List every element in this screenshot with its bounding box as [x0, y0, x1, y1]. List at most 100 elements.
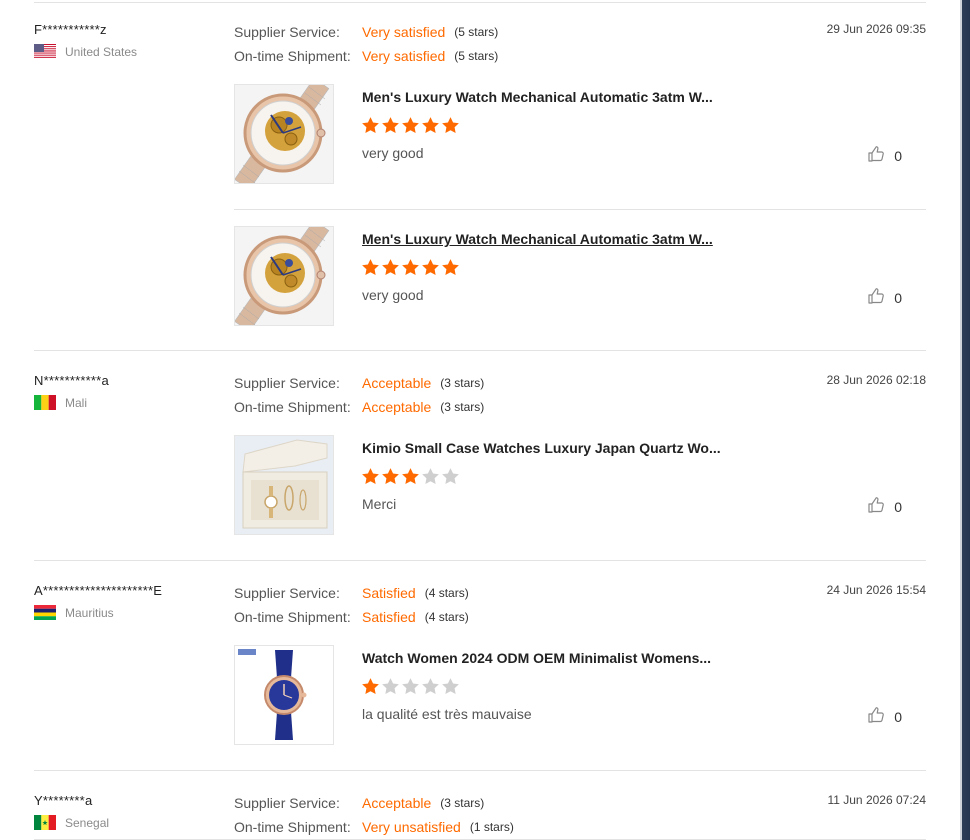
mauritius-flag — [34, 605, 56, 620]
review-content: Supplier Service: Acceptable (3 stars) O… — [234, 351, 926, 560]
review-list: F***********z United States 29 Jun 2026 … — [34, 0, 926, 840]
shipment-value: Satisfied — [362, 609, 416, 625]
shipment-stars: (5 stars) — [454, 49, 499, 63]
senegal-flag — [34, 815, 56, 830]
supplier-service-label: Supplier Service: — [234, 795, 340, 811]
blue-strap-watch-image[interactable] — [234, 645, 334, 745]
star-empty-icon — [442, 468, 459, 485]
skeleton-watch-image[interactable] — [234, 226, 334, 326]
supplier-service-label: Supplier Service: — [234, 375, 340, 391]
review-comment: very good — [362, 287, 424, 303]
shipment-row: On-time Shipment: Acceptable (3 stars) — [234, 395, 926, 419]
buyer-info: Y********a Senegal — [34, 793, 224, 830]
thumbs-up-icon — [866, 495, 886, 518]
review-date: 28 Jun 2026 02:18 — [826, 373, 926, 387]
shipment-label: On-time Shipment: — [234, 48, 351, 64]
supplier-service-value: Acceptable — [362, 375, 432, 391]
star-empty-icon — [422, 468, 439, 485]
buyer-name: F***********z — [34, 22, 107, 37]
helpful-button[interactable]: 0 — [866, 705, 902, 728]
shipment-value: Acceptable — [362, 399, 432, 415]
star-empty-icon — [402, 678, 419, 695]
product-name-link[interactable]: Kimio Small Case Watches Luxury Japan Qu… — [362, 440, 721, 456]
supplier-service-value: Very satisfied — [362, 24, 446, 40]
us-flag — [34, 44, 56, 59]
star-filled-icon — [362, 678, 379, 695]
buyer-country: Mauritius — [34, 605, 224, 620]
watch-gift-box-image[interactable] — [234, 435, 334, 535]
review-content: Supplier Service: Very satisfied (5 star… — [234, 0, 926, 350]
shipment-value: Very satisfied — [362, 48, 446, 64]
buyer-info: A*********************E Mauritius — [34, 583, 224, 620]
helpful-button[interactable]: 0 — [866, 286, 902, 309]
supplier-service-value: Acceptable — [362, 795, 432, 811]
review-item: F***********z United States 29 Jun 2026 … — [34, 0, 926, 351]
supplier-service-row: Supplier Service: Acceptable (3 stars) — [234, 791, 926, 815]
star-empty-icon — [382, 678, 399, 695]
star-filled-icon — [442, 259, 459, 276]
review-date: 24 Jun 2026 15:54 — [826, 583, 926, 597]
shipment-label: On-time Shipment: — [234, 609, 351, 625]
shipment-label: On-time Shipment: — [234, 399, 351, 415]
supplier-service-row: Supplier Service: Acceptable (3 stars) — [234, 371, 926, 395]
buyer-country: United States — [34, 44, 224, 59]
thumbs-up-icon — [866, 144, 886, 167]
supplier-service-stars: (4 stars) — [424, 586, 469, 600]
buyer-info: F***********z United States — [34, 22, 224, 59]
review-item: Y********a Senegal 11 Jun 2026 07:24 Sup… — [34, 771, 926, 840]
review-date: 29 Jun 2026 09:35 — [826, 22, 926, 36]
star-filled-icon — [422, 117, 439, 134]
buyer-info: N***********a Mali — [34, 373, 224, 410]
shipment-stars: (3 stars) — [440, 400, 485, 414]
star-filled-icon — [442, 117, 459, 134]
mali-flag — [34, 395, 56, 410]
thumbs-up-icon — [866, 286, 886, 309]
helpful-count: 0 — [894, 708, 902, 725]
review-date: 11 Jun 2026 07:24 — [827, 793, 926, 807]
supplier-service-stars: (5 stars) — [454, 25, 499, 39]
shipment-label: On-time Shipment: — [234, 819, 351, 835]
review-comment: very good — [362, 145, 424, 161]
rating-stars — [361, 677, 460, 696]
helpful-count: 0 — [894, 498, 902, 515]
star-filled-icon — [382, 259, 399, 276]
star-empty-icon — [422, 678, 439, 695]
helpful-button[interactable]: 0 — [866, 144, 902, 167]
buyer-country: Mali — [34, 395, 224, 410]
country-name: Mali — [65, 395, 88, 410]
rating-stars — [361, 467, 460, 486]
buyer-name: Y********a — [34, 793, 93, 808]
rating-stars — [361, 116, 460, 135]
star-filled-icon — [362, 468, 379, 485]
helpful-count: 0 — [894, 147, 902, 164]
product-name-link[interactable]: Watch Women 2024 ODM OEM Minimalist Wome… — [362, 650, 711, 666]
star-filled-icon — [402, 117, 419, 134]
product-review: Watch Women 2024 ODM OEM Minimalist Wome… — [234, 629, 926, 770]
star-filled-icon — [402, 468, 419, 485]
skeleton-watch-image[interactable] — [234, 84, 334, 184]
buyer-name: N***********a — [34, 373, 109, 388]
star-filled-icon — [382, 468, 399, 485]
supplier-service-stars: (3 stars) — [440, 376, 485, 390]
review-comment: la qualité est très mauvaise — [362, 706, 532, 722]
shipment-value: Very unsatisfied — [362, 819, 461, 835]
product-name-link[interactable]: Men's Luxury Watch Mechanical Automatic … — [362, 231, 713, 247]
product-review: Men's Luxury Watch Mechanical Automatic … — [234, 68, 926, 209]
star-filled-icon — [422, 259, 439, 276]
thumbs-up-icon — [866, 705, 886, 728]
review-comment: Merci — [362, 496, 397, 512]
buyer-name: A*********************E — [34, 583, 163, 598]
page-scrollbar[interactable] — [960, 0, 970, 840]
shipment-row: On-time Shipment: Very satisfied (5 star… — [234, 44, 926, 68]
shipment-stars: (4 stars) — [424, 610, 469, 624]
supplier-service-stars: (3 stars) — [440, 796, 485, 810]
helpful-button[interactable]: 0 — [866, 495, 902, 518]
country-name: United States — [65, 44, 138, 59]
country-name: Senegal — [65, 815, 110, 830]
product-name-link[interactable]: Men's Luxury Watch Mechanical Automatic … — [362, 89, 713, 105]
review-item: N***********a Mali 28 Jun 2026 02:18 Sup… — [34, 351, 926, 561]
supplier-service-label: Supplier Service: — [234, 585, 340, 601]
supplier-service-value: Satisfied — [362, 585, 416, 601]
star-filled-icon — [382, 117, 399, 134]
shipment-row: On-time Shipment: Very unsatisfied (1 st… — [234, 815, 926, 839]
